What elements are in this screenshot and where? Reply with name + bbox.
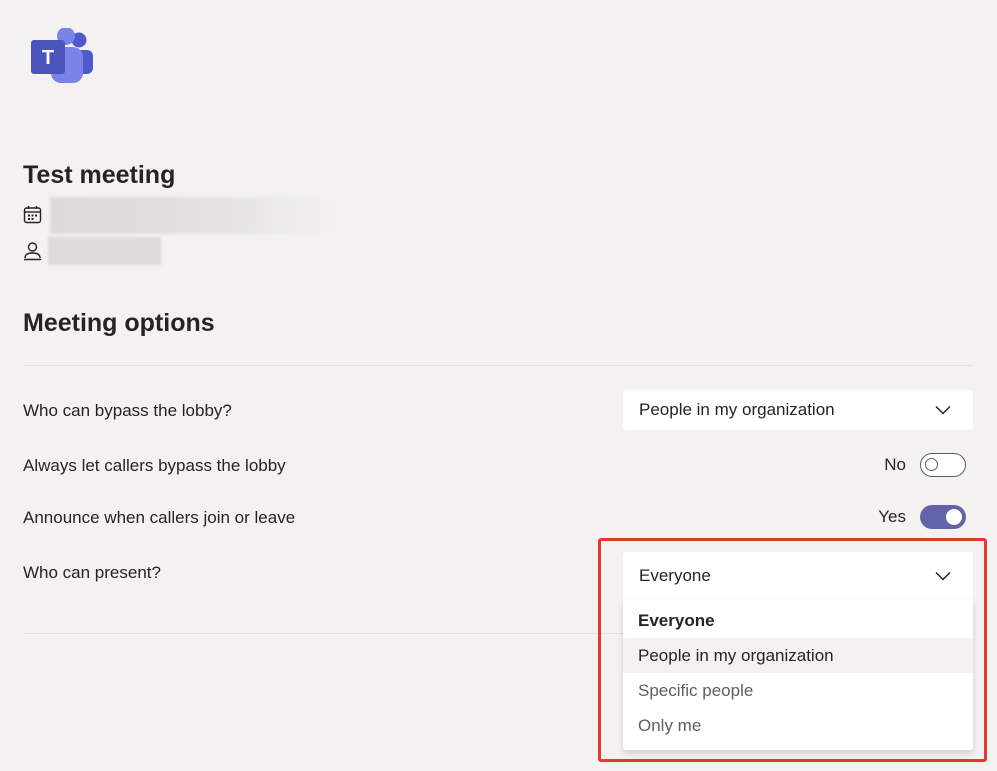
toggle-knob [925, 458, 938, 471]
callers-bypass-label: Always let callers bypass the lobby [23, 456, 286, 475]
menu-item-specific-people[interactable]: Specific people [623, 673, 973, 708]
bypass-lobby-label: Who can bypass the lobby? [23, 401, 232, 420]
section-title: Meeting options [23, 309, 215, 337]
announce-callers-label: Announce when callers join or leave [23, 508, 296, 527]
who-can-present-dropdown[interactable]: Everyone [623, 552, 973, 600]
menu-item-only-me[interactable]: Only me [623, 708, 973, 743]
who-can-present-value: Everyone [639, 566, 711, 585]
person-icon [23, 241, 42, 262]
menu-item-everyone[interactable]: Everyone [623, 603, 973, 638]
logo-letter: T [42, 47, 54, 69]
meeting-date-redacted [50, 197, 340, 234]
meeting-organizer-redacted [48, 237, 161, 265]
callers-bypass-control: No [884, 453, 966, 477]
divider-bottom [23, 633, 623, 634]
bypass-lobby-dropdown[interactable]: People in my organization [623, 390, 973, 430]
who-can-present-menu: Everyone People in my organization Speci… [623, 600, 973, 750]
meeting-organizer-row [23, 241, 42, 262]
who-can-present-label: Who can present? [23, 563, 161, 582]
announce-callers-toggle[interactable] [920, 505, 966, 529]
menu-item-people-in-org[interactable]: People in my organization [623, 638, 973, 673]
chevron-down-icon [935, 405, 951, 415]
announce-callers-control: Yes [878, 505, 966, 529]
callers-bypass-state: No [884, 455, 906, 474]
callers-bypass-toggle[interactable] [920, 453, 966, 477]
teams-logo-icon: T [31, 27, 95, 86]
toggle-knob [946, 509, 962, 525]
announce-callers-state: Yes [878, 507, 906, 526]
meeting-title: Test meeting [23, 161, 176, 189]
divider-top [23, 365, 973, 366]
calendar-icon [23, 205, 42, 224]
chevron-down-icon [935, 571, 951, 581]
bypass-lobby-value: People in my organization [639, 400, 835, 419]
meeting-date-row [23, 205, 42, 224]
